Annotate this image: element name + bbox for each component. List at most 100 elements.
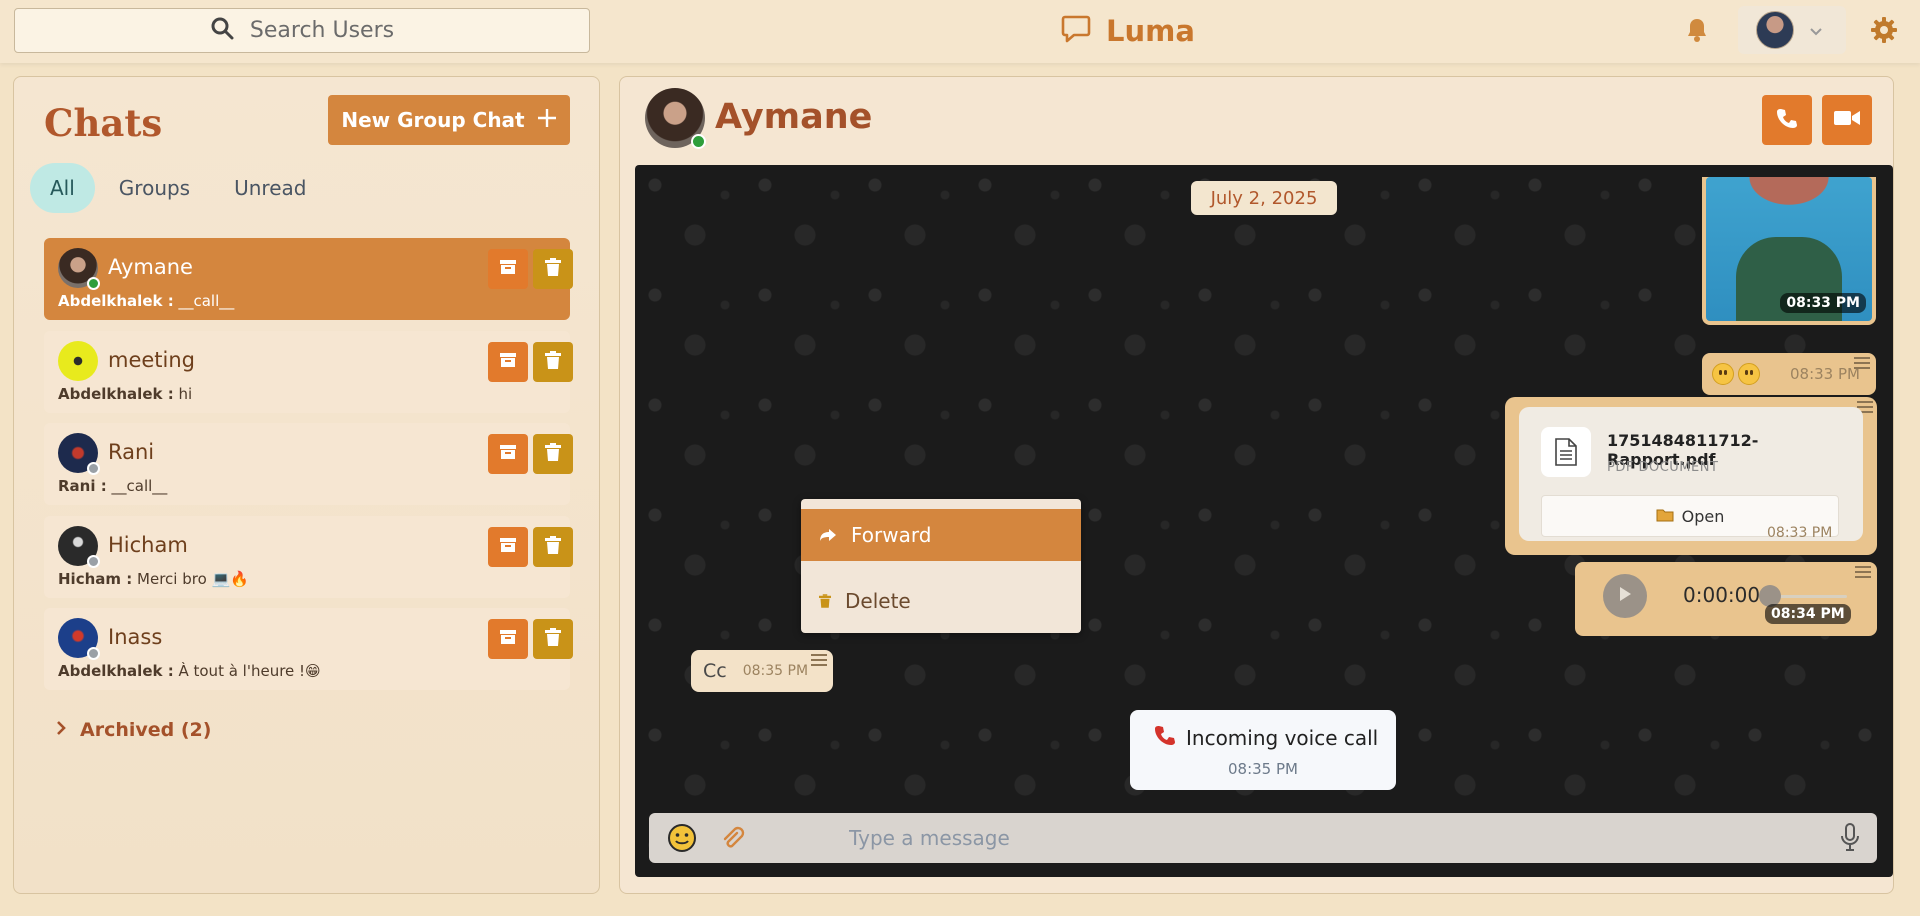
delete-label: Delete (845, 589, 911, 613)
chat-item-aymane[interactable]: Aymane Abdelkhalek : __call__ (44, 238, 573, 320)
sidebar-title: Chats (44, 101, 163, 145)
message-input[interactable] (849, 821, 1809, 855)
avatar (58, 340, 98, 381)
emoji-message[interactable]: 08:33 PM (1702, 353, 1876, 395)
tab-groups[interactable]: Groups (99, 163, 210, 213)
chat-item-rani[interactable]: Rani Rani : __call__ (44, 423, 573, 505)
message-menu-icon[interactable] (1854, 357, 1870, 369)
preview-sender: Abdelkhalek : (58, 384, 174, 403)
message-menu-icon[interactable] (1855, 566, 1871, 578)
offline-status-dot (87, 462, 100, 475)
delete-chat-button[interactable] (533, 341, 573, 382)
chat-list: Aymane Abdelkhalek : __call__ meeting Ab… (44, 238, 573, 701)
notifications-button[interactable] (1686, 17, 1708, 47)
trash-icon (545, 628, 561, 650)
voice-record-button[interactable] (1841, 823, 1859, 855)
delete-chat-button[interactable] (533, 619, 573, 659)
chat-item-meeting[interactable]: meeting Abdelkhalek : hi (44, 330, 573, 413)
archive-chat-button[interactable] (488, 619, 528, 659)
offline-status-dot (87, 647, 100, 660)
grinning-face-icon (1712, 363, 1734, 385)
delete-chat-button[interactable] (533, 526, 573, 567)
tab-all[interactable]: All (30, 163, 95, 213)
document-icon (1541, 427, 1591, 477)
chevron-right-icon (56, 719, 66, 741)
chat-name: meeting (108, 347, 196, 372)
message-time: 08:33 PM (1790, 365, 1860, 383)
paperclip-icon (723, 826, 745, 848)
contact-name[interactable]: Aymane (715, 97, 872, 137)
voice-call-button[interactable] (1762, 95, 1812, 145)
message-composer (649, 813, 1877, 863)
photo-thumbnail[interactable]: 08:33 PM (1706, 177, 1872, 321)
audio-position: 0:00:00 (1683, 583, 1761, 607)
archive-chat-button[interactable] (488, 341, 528, 382)
delete-chat-button[interactable] (533, 249, 573, 289)
message-context-menu: Forward Delete (801, 499, 1081, 633)
open-label: Open (1681, 506, 1725, 526)
message-area[interactable]: July 2, 2025 08:33 PM 08:33 PM 175148481… (635, 165, 1893, 877)
archived-label: Archived (2) (80, 719, 212, 741)
archive-chat-button[interactable] (488, 434, 528, 474)
conversation-panel: Aymane July 2, 2025 08:33 PM 08:33 PM 17… (619, 76, 1894, 894)
search-box[interactable]: Search Users (14, 8, 590, 53)
new-group-label: New Group Chat (341, 108, 525, 132)
offline-status-dot (87, 554, 100, 568)
app-name: Luma (1106, 14, 1195, 48)
chevron-down-icon (1810, 21, 1822, 40)
folder-icon (1656, 507, 1674, 526)
file-message[interactable]: 1751484811712-Rapport.pdf PDF DOCUMENT O… (1505, 397, 1877, 555)
chat-name: Rani (108, 440, 155, 464)
chat-preview: Rani : __call__ (58, 477, 167, 495)
preview-sender: Hicham : (58, 569, 133, 588)
preview-text: hi (178, 384, 193, 403)
forward-label: Forward (851, 523, 932, 547)
trash-icon (545, 443, 561, 465)
call-event-card: Incoming voice call 08:35 PM (1130, 710, 1396, 790)
phone-icon (1776, 107, 1798, 133)
delete-menu-item[interactable]: Delete (801, 575, 1081, 627)
play-button[interactable] (1603, 574, 1647, 618)
settings-button[interactable] (1870, 16, 1898, 48)
chat-preview: Abdelkhalek : hi (58, 385, 192, 403)
chat-name: Inass (108, 625, 163, 649)
message-time: 08:33 PM (1767, 525, 1833, 541)
archived-toggle[interactable]: Archived (2) (56, 719, 211, 741)
avatar (1756, 11, 1794, 49)
archive-chat-button[interactable] (488, 249, 528, 289)
call-event-title: Incoming voice call (1154, 724, 1378, 751)
archive-icon (499, 628, 517, 650)
tab-unread[interactable]: Unread (214, 163, 326, 213)
search-icon (210, 16, 234, 46)
trash-icon (545, 258, 561, 280)
call-event-text: Incoming voice call (1186, 725, 1379, 750)
chat-bubble-icon (1060, 12, 1092, 51)
chat-item-inass[interactable]: Inass Abdelkhalek : À tout à l'heure !😁 (44, 608, 573, 690)
preview-sender: Rani : (58, 477, 107, 495)
delete-chat-button[interactable] (533, 434, 573, 474)
new-group-chat-button[interactable]: New Group Chat (328, 95, 570, 145)
trash-icon (819, 589, 831, 613)
trash-icon (545, 535, 561, 558)
preview-text: À tout à l'heure !😁 (178, 662, 321, 680)
audio-message[interactable]: 0:00:00 08:34 PM (1575, 562, 1877, 636)
chat-name: Hicham (108, 532, 188, 557)
preview-text: __call__ (111, 477, 168, 495)
profile-menu-button[interactable] (1738, 6, 1846, 54)
received-message[interactable]: Cc 08:35 PM (691, 650, 833, 692)
message-time: 08:35 PM (1228, 760, 1298, 778)
video-call-button[interactable] (1822, 95, 1872, 145)
file-type: PDF DOCUMENT (1607, 460, 1719, 475)
attach-file-button[interactable] (719, 825, 745, 855)
chat-item-hicham[interactable]: Hicham Hicham : Merci bro 💻🔥 (44, 515, 573, 598)
archive-chat-button[interactable] (488, 526, 528, 567)
message-time: 08:34 PM (1765, 604, 1851, 624)
message-menu-icon[interactable] (811, 654, 827, 666)
archive-icon (499, 351, 517, 373)
forward-menu-item[interactable]: Forward (801, 509, 1081, 561)
plus-icon (537, 108, 557, 133)
emoji-picker-button[interactable] (667, 823, 697, 857)
chat-preview: Hicham : Merci bro 💻🔥 (58, 570, 249, 588)
image-message[interactable]: 08:33 PM (1702, 177, 1876, 325)
preview-text: Merci bro 💻🔥 (137, 569, 249, 588)
